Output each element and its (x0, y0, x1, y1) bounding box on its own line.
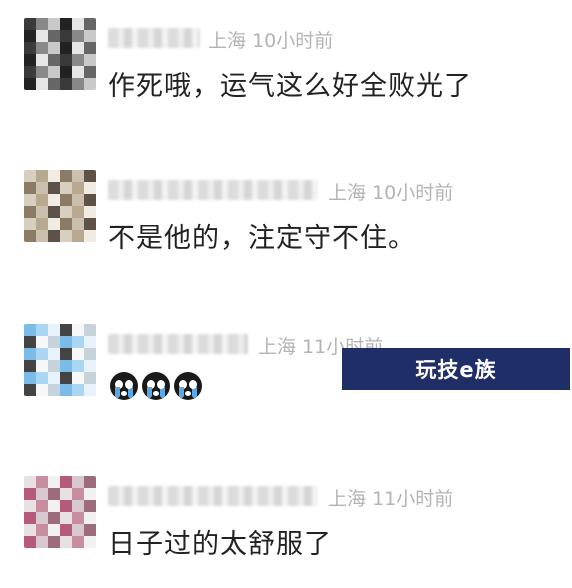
location-text: 上海 (328, 488, 367, 510)
avatar[interactable] (24, 18, 96, 90)
crying-face-icon (110, 372, 138, 400)
comment-text: 日子过的太舒服了 (108, 529, 332, 560)
avatar[interactable] (24, 324, 96, 396)
location-text: 上海 (328, 182, 367, 204)
username-blurred[interactable] (108, 180, 318, 200)
username-blurred[interactable] (108, 486, 318, 506)
avatar[interactable] (24, 170, 96, 242)
crying-face-icon (174, 372, 202, 400)
location-text: 上海 (208, 30, 247, 52)
avatar[interactable] (24, 476, 96, 548)
comment-text: 作死哦，运气这么好全败光了 (108, 71, 472, 102)
comment-item: 上海 10小时前 不是他的，注定守不住。 (0, 170, 572, 270)
comment-meta: 上海 10小时前 (328, 178, 453, 205)
location-text: 上海 (258, 336, 297, 358)
watermark-badge: 玩技e族 (342, 348, 570, 390)
username-blurred[interactable] (108, 28, 200, 48)
timestamp-text: 10小时前 (372, 182, 454, 204)
comment-item: 上海 10小时前 作死哦，运气这么好全败光了 (0, 18, 572, 118)
timestamp-text: 10小时前 (252, 30, 334, 52)
emoji-row (110, 372, 202, 400)
comment-meta: 上海 10小时前 (208, 26, 333, 53)
username-blurred[interactable] (108, 334, 248, 354)
comment-meta: 上海 11小时前 (328, 484, 453, 511)
comment-item: 上海 11小时前 日子过的太舒服了 (0, 476, 572, 576)
comment-text: 不是他的，注定守不住。 (108, 223, 416, 254)
timestamp-text: 11小时前 (372, 488, 454, 510)
crying-face-icon (142, 372, 170, 400)
